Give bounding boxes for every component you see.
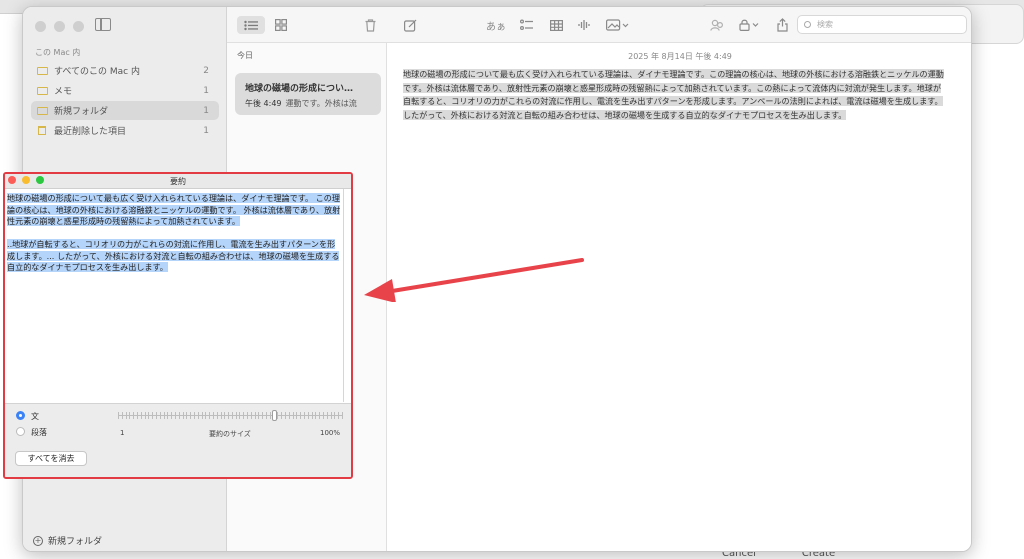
share-button[interactable]	[773, 16, 791, 34]
sidebar-item-memo[interactable]: メモ 1	[31, 81, 219, 100]
sentence-radio[interactable]	[16, 411, 25, 420]
note-card[interactable]: 地球の磁場の形成につい… 午後 4:49 運動です。外核は流	[235, 73, 381, 115]
sidebar-section-label: この Mac 内	[35, 48, 81, 57]
slider-knob[interactable]	[272, 410, 277, 421]
sidebar-item-all[interactable]: すべてのこの Mac 内 2	[31, 61, 219, 80]
search-placeholder: 検索	[817, 20, 833, 29]
search-icon	[804, 21, 811, 28]
collaborate-icon	[710, 19, 724, 31]
sidebar-item-label: すべてのこの Mac 内	[54, 67, 140, 77]
sidebar-item-count: 1	[203, 85, 209, 96]
sidebar-item-recently-deleted[interactable]: 最近削除した項目 1	[31, 121, 219, 140]
close-window-button[interactable]	[35, 21, 46, 32]
photo-icon	[606, 19, 629, 31]
sidebar-item-new-folder[interactable]: 新規フォルダ 1	[31, 101, 219, 120]
table-button[interactable]	[547, 16, 565, 34]
sidebar-item-label: 新規フォルダ	[54, 107, 109, 117]
format-button[interactable]: あぁ	[485, 16, 507, 34]
plus-circle-icon: +	[33, 535, 43, 546]
folder-icon	[37, 66, 48, 75]
sidebar-item-count: 1	[203, 105, 209, 116]
new-folder-button[interactable]: + 新規フォルダ	[33, 534, 102, 547]
sidebar-item-label: メモ	[54, 87, 73, 97]
toolbar: あぁ 検索	[227, 7, 971, 43]
note-card-meta: 午後 4:49 運動です。外核は流	[245, 98, 371, 109]
note-card-title: 地球の磁場の形成につい…	[245, 84, 354, 94]
delete-button[interactable]	[361, 16, 379, 34]
list-icon	[244, 20, 258, 30]
sentence-radio-label: 文	[31, 412, 39, 421]
compose-icon	[403, 19, 416, 32]
sidebar-item-label: 最近削除した項目	[54, 127, 127, 137]
compose-button[interactable]	[401, 16, 419, 34]
summary-controls: 文 段落 1 要約のサイズ 100% すべてを消去	[5, 403, 351, 477]
trash-icon	[365, 18, 375, 32]
note-list-date-header: 今日	[237, 51, 253, 60]
gallery-view-button[interactable]	[271, 16, 291, 34]
checklist-icon	[519, 19, 533, 30]
summary-title: 要約	[170, 177, 186, 186]
search-input[interactable]: 検索	[797, 15, 967, 34]
trash-icon	[38, 126, 46, 135]
share-icon	[776, 18, 788, 32]
slider-min-label: 1	[120, 429, 125, 437]
slider-caption: 要約のサイズ	[209, 430, 251, 438]
summary-paragraph-1: 地球の磁場の形成について最も広く受け入れられている理論は、ダイナモ理論です。 こ…	[7, 193, 341, 226]
note-body[interactable]: 地球の磁場の形成について最も広く受け入れられている理論は、ダイナモ理論です。この…	[403, 68, 947, 122]
paragraph-radio-label: 段落	[31, 428, 47, 437]
summary-text[interactable]: 地球の磁場の形成について最も広く受け入れられている理論は、ダイナモ理論です。 こ…	[7, 193, 343, 403]
sidebar-item-count: 2	[203, 65, 209, 76]
folder-icon	[37, 106, 48, 115]
note-card-time: 午後 4:49	[245, 99, 282, 108]
collaborate-button[interactable]	[707, 16, 727, 34]
clear-all-button[interactable]: すべてを消去	[15, 451, 87, 466]
grid-icon	[275, 19, 287, 31]
sidebar-toggle-icon[interactable]	[95, 18, 111, 31]
paragraph-radio[interactable]	[16, 427, 25, 436]
lock-button[interactable]	[737, 16, 763, 34]
window-controls	[35, 21, 84, 32]
sidebar-item-count: 1	[203, 125, 209, 136]
minimize-window-button[interactable]	[54, 21, 65, 32]
summary-scroll-divider	[343, 189, 344, 402]
summary-titlebar: 要約	[5, 174, 351, 189]
audio-button[interactable]	[575, 16, 593, 34]
note-date: 2025 年 8月14日 午後 4:49	[628, 52, 732, 61]
summary-size-slider[interactable]	[118, 410, 343, 421]
new-folder-label: 新規フォルダ	[48, 537, 103, 547]
zoom-window-button[interactable]	[73, 21, 84, 32]
note-body-text: 地球の磁場の形成について最も広く受け入れられている理論は、ダイナモ理論です。この…	[403, 69, 944, 120]
list-view-button[interactable]	[237, 16, 265, 34]
waveform-icon	[577, 20, 590, 30]
note-card-preview: 運動です。外核は流	[285, 99, 357, 108]
slider-max-label: 100%	[320, 429, 341, 437]
media-button[interactable]	[603, 16, 633, 34]
table-icon	[549, 19, 563, 31]
folder-icon	[37, 86, 48, 95]
lock-icon	[739, 19, 759, 31]
annotation-arrow	[364, 258, 584, 302]
summary-window: 要約 地球の磁場の形成について最も広く受け入れられている理論は、ダイナモ理論です…	[3, 172, 353, 479]
summary-paragraph-2: ..地球が自転すると、コリオリの力がこれらの対流に作用し、電流を生み出すパターン…	[7, 239, 340, 272]
checklist-button[interactable]	[517, 16, 535, 34]
slider-track	[118, 415, 343, 416]
